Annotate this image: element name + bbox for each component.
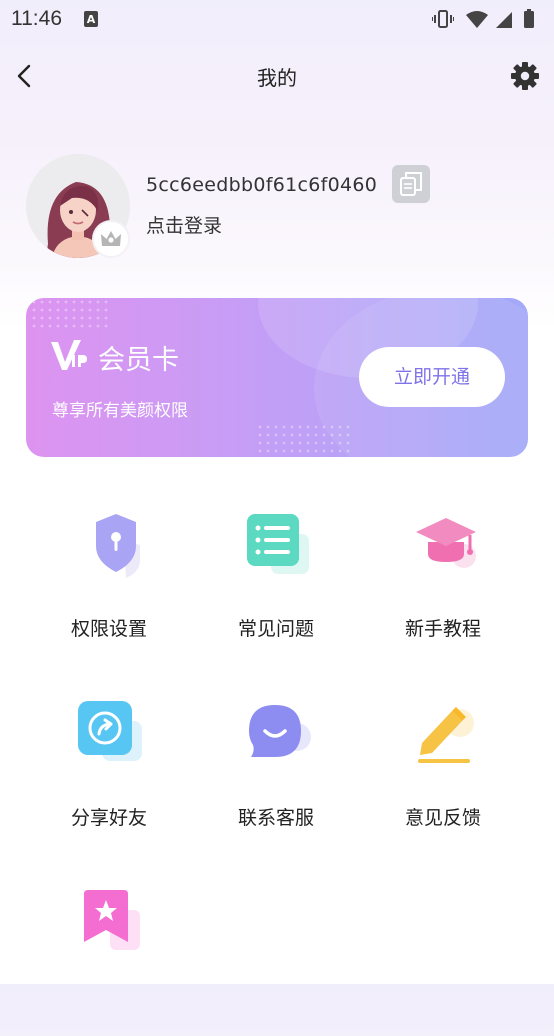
svg-text:A: A [87, 13, 96, 26]
gear-icon [511, 62, 539, 90]
menu-label: 分享好友 [70, 807, 147, 829]
copy-icon [400, 172, 422, 196]
menu-item-share[interactable]: 分享好友 [34, 697, 184, 847]
menu-label: 联系客服 [237, 807, 314, 829]
menu-item-feedback[interactable]: 意见反馈 [368, 697, 518, 847]
crown-icon [101, 231, 121, 246]
status-icons [432, 9, 540, 33]
signal-icon [496, 12, 512, 28]
accessibility-icon: A [84, 11, 98, 31]
menu-item-permissions[interactable]: 权限设置 [34, 508, 184, 658]
status-bar: 11:46 A [0, 0, 554, 38]
page-title: 我的 [257, 66, 297, 90]
settings-button[interactable] [508, 59, 542, 93]
crown-badge [94, 222, 128, 256]
menu-item-support[interactable]: 联系客服 [201, 697, 351, 847]
copy-button[interactable] [392, 165, 430, 203]
shield-lock-icon [96, 514, 140, 578]
pencil-icon [418, 707, 474, 763]
vibrate-icon [432, 10, 454, 28]
vip-card[interactable]: 会员卡 尊享所有美颜权限 立即开通 [26, 298, 528, 457]
menu-item-faq[interactable]: 常见问题 [201, 508, 351, 658]
menu-label: 新手教程 [404, 618, 481, 640]
list-icon [247, 514, 309, 574]
graduation-cap-icon [416, 518, 476, 568]
battery-icon [524, 9, 534, 28]
star-bookmark-icon [84, 890, 140, 950]
top-bar: 我的 [0, 48, 554, 104]
open-vip-button[interactable]: 立即开通 [359, 347, 505, 407]
dot-pattern [32, 300, 108, 328]
menu-label: 权限设置 [70, 618, 147, 640]
share-icon [78, 701, 142, 761]
dot-pattern [258, 425, 350, 453]
user-id: 5cc6eedbb0f61c6f0460 [146, 174, 378, 196]
login-link[interactable]: 点击登录 [146, 211, 222, 238]
menu-item-favorites[interactable] [34, 886, 184, 1036]
vip-title: 会员卡 [98, 345, 179, 376]
vip-subtitle: 尊享所有美颜权限 [52, 401, 188, 421]
vip-logo-icon [51, 340, 87, 370]
menu-label: 常见问题 [237, 618, 314, 640]
menu-item-tutorial[interactable]: 新手教程 [368, 508, 518, 658]
chat-smile-icon [249, 705, 311, 757]
wifi-icon [466, 11, 488, 28]
status-time: 11:46 [11, 7, 62, 30]
menu-label: 意见反馈 [404, 807, 481, 829]
